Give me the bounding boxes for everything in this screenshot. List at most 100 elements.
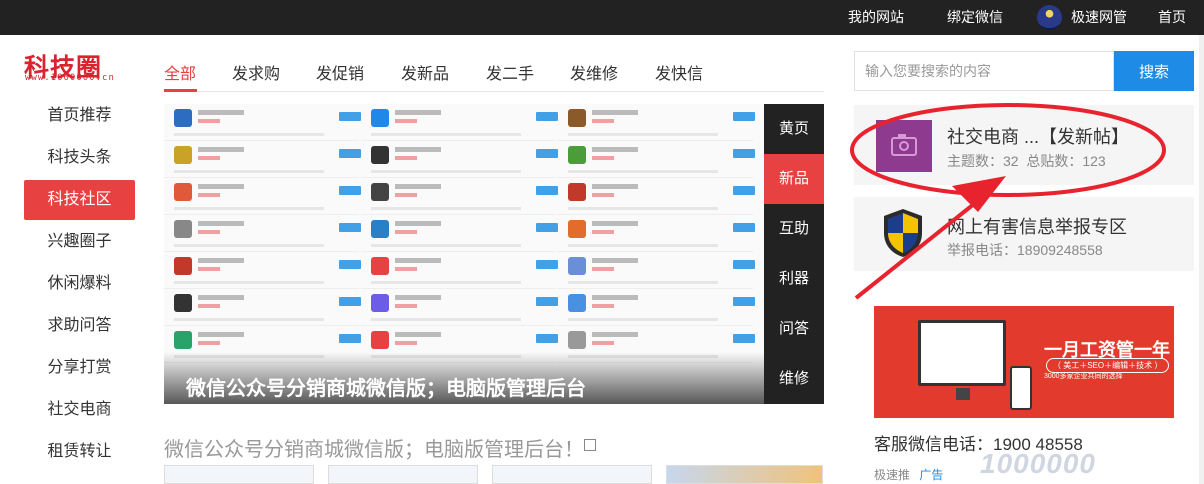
group-topic-count: 主题数：32 总贴数：123 (947, 153, 1106, 169)
app-get-button (339, 149, 361, 158)
app-name-line (395, 221, 441, 226)
app-name-line (198, 184, 244, 189)
app-listing (558, 289, 755, 326)
tab-second-hand[interactable]: 发二手 (486, 60, 534, 84)
group-title[interactable]: 社交电商 ...【发新帖】 (947, 123, 1129, 149)
app-icon (174, 257, 192, 275)
slider-caption: 微信公众号分销商城微信版；电脑版管理后台 (186, 378, 586, 400)
app-icon (568, 331, 586, 349)
slider-tab-qa[interactable]: 问答 (764, 304, 824, 354)
site-logo[interactable]: 科技圈 www.1000000.cn (24, 48, 136, 83)
home-link[interactable]: 首页 (1158, 0, 1186, 35)
sidebar-item-interest[interactable]: 兴趣圈子 (24, 222, 135, 262)
app-listing (361, 252, 558, 289)
app-name-line (198, 221, 244, 226)
sidebar-item-share[interactable]: 分享打赏 (24, 348, 135, 388)
sidebar-item-headlines[interactable]: 科技头条 (24, 138, 135, 178)
app-meta-line (371, 207, 521, 210)
my-site-link[interactable]: 我的网站 (848, 0, 904, 35)
app-get-button (536, 297, 558, 306)
slider-tab-repair[interactable]: 维修 (764, 354, 824, 404)
app-price-line (592, 119, 614, 123)
report-card[interactable]: 网上有害信息举报专区 举报电话：18909248558 (854, 197, 1194, 271)
app-name-line (198, 332, 244, 337)
scrollbar[interactable] (1199, 35, 1204, 484)
app-listing (558, 104, 755, 141)
app-price-line (198, 230, 220, 234)
slider-tab-new-products[interactable]: 新品 (764, 154, 824, 204)
avatar[interactable] (1037, 5, 1062, 30)
tab-promotion[interactable]: 发促销 (316, 60, 364, 84)
app-get-button (733, 112, 755, 121)
app-listing (361, 215, 558, 252)
tab-new-product[interactable]: 发新品 (401, 60, 449, 84)
monitor-icon (918, 320, 1006, 386)
app-meta-line (174, 207, 324, 210)
app-name-line (592, 332, 638, 337)
app-price-line (592, 341, 614, 345)
app-meta-line (371, 318, 521, 321)
app-price-line (395, 267, 417, 271)
app-price-line (198, 304, 220, 308)
app-price-line (592, 267, 614, 271)
app-price-line (198, 156, 220, 160)
slider-tab-tools[interactable]: 利器 (764, 254, 824, 304)
post-title[interactable]: 微信公众号分销商城微信版；电脑版管理后台！ (164, 433, 584, 462)
ad-banner[interactable]: 一月工资管一年 （ 美工＋SEO＋编辑＋技术 ） 3000多家企业共同的选择 (874, 306, 1174, 418)
ad-footer: 极速推 广告 (874, 466, 943, 483)
app-icon (568, 146, 586, 164)
slider-tabs: 黄页 新品 互助 利器 问答 维修 (764, 104, 824, 404)
app-name-line (592, 295, 638, 300)
search-input[interactable] (854, 51, 1114, 91)
app-name-line (395, 332, 441, 337)
app-get-button (733, 260, 755, 269)
app-price-line (198, 267, 220, 271)
post-thumbnail[interactable] (666, 465, 823, 484)
app-listing (361, 141, 558, 178)
search-button[interactable]: 搜索 (1114, 51, 1194, 91)
watermark: 1000000 (980, 448, 1097, 479)
ad-tag: 广告 (919, 468, 944, 482)
tab-repair[interactable]: 发维修 (570, 60, 618, 84)
sidebar-item-qa[interactable]: 求助问答 (24, 306, 135, 346)
app-meta-line (568, 207, 718, 210)
group-card[interactable]: 社交电商 ...【发新帖】 主题数：32 总贴数：123 (854, 105, 1194, 185)
app-meta-line (174, 244, 324, 247)
app-icon (371, 183, 389, 201)
ad-author[interactable]: 极速推 (874, 468, 910, 482)
app-meta-line (568, 133, 718, 136)
tab-purchase[interactable]: 发求购 (232, 60, 280, 84)
app-icon (174, 146, 192, 164)
post-checkbox[interactable] (584, 439, 596, 451)
post-thumbnail[interactable] (164, 465, 314, 484)
sidebar-item-rental[interactable]: 租赁转让 (24, 432, 135, 472)
app-name-line (592, 258, 638, 263)
sidebar-item-recommend[interactable]: 首页推荐 (24, 96, 135, 136)
app-listing (164, 252, 361, 289)
tab-quick-message[interactable]: 发快信 (655, 60, 703, 84)
app-listing (558, 178, 755, 215)
sidebar-item-community[interactable]: 科技社区 (24, 180, 135, 220)
app-listing (558, 252, 755, 289)
app-icon (174, 109, 192, 127)
username-link[interactable]: 极速网管 (1071, 0, 1127, 35)
app-price-line (198, 341, 220, 345)
app-get-button (733, 334, 755, 343)
app-get-button (733, 297, 755, 306)
sidebar-item-leisure[interactable]: 休闲爆料 (24, 264, 135, 304)
post-thumbnail[interactable] (492, 465, 652, 484)
sidebar-item-social-ecommerce[interactable]: 社交电商 (24, 390, 135, 430)
app-name-line (198, 295, 244, 300)
bind-wechat-link[interactable]: 绑定微信 (947, 0, 1003, 35)
app-meta-line (371, 281, 521, 284)
app-icon (174, 183, 192, 201)
slider-tab-mutual-help[interactable]: 互助 (764, 204, 824, 254)
app-icon (371, 220, 389, 238)
app-name-line (592, 110, 638, 115)
slider-tab-yellow-pages[interactable]: 黄页 (764, 104, 824, 154)
tab-all[interactable]: 全部 (164, 60, 196, 84)
featured-slider[interactable]: 微信公众号分销商城微信版；电脑版管理后台 (164, 104, 764, 404)
post-thumbnail[interactable] (328, 465, 478, 484)
report-title[interactable]: 网上有害信息举报专区 (947, 213, 1127, 239)
app-get-button (536, 149, 558, 158)
